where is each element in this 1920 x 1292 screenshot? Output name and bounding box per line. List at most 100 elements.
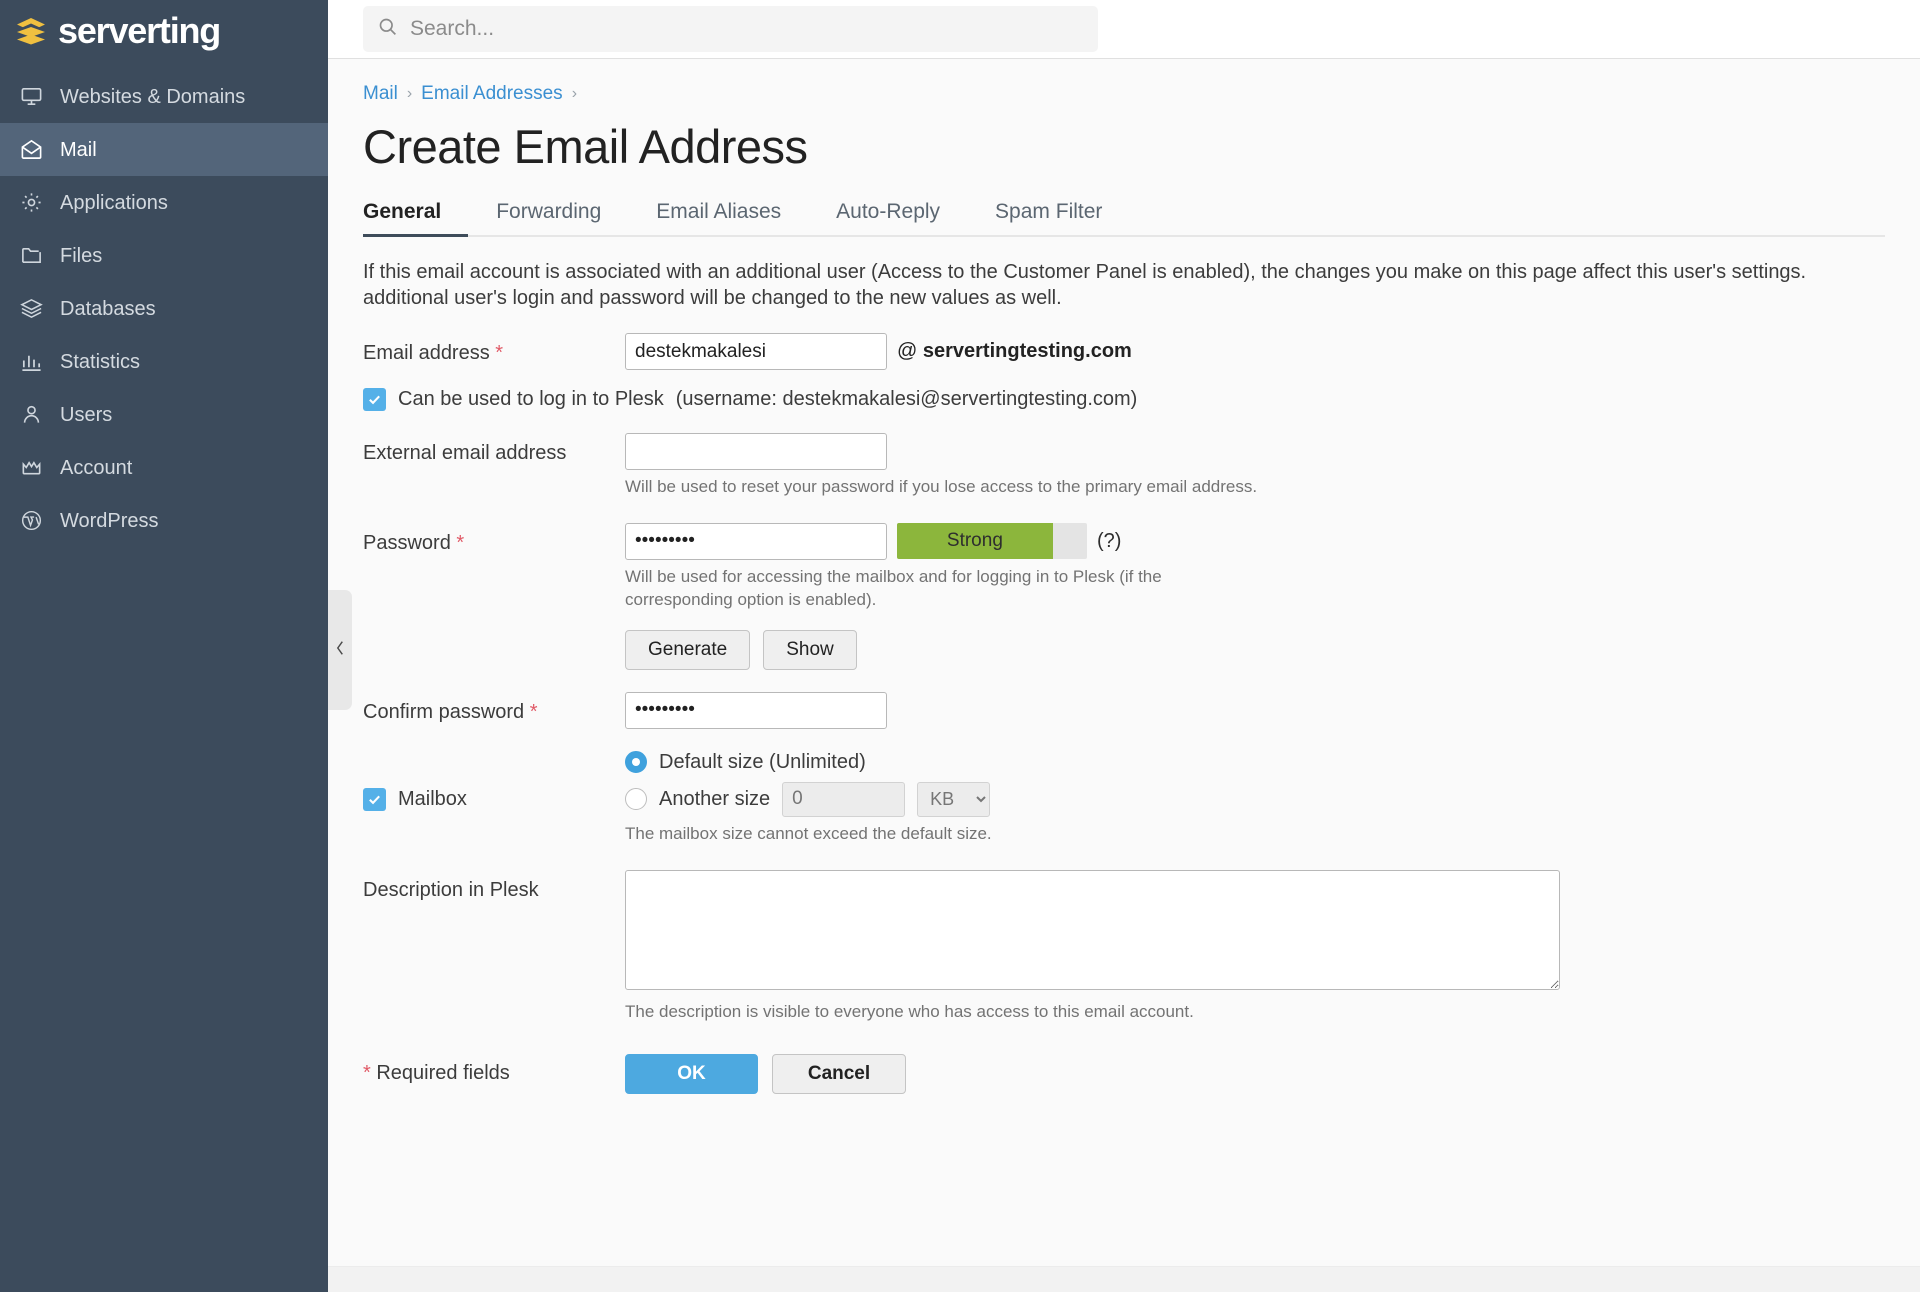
cancel-button[interactable]: Cancel	[772, 1053, 906, 1094]
password-input[interactable]	[625, 522, 887, 560]
required-asterisk: *	[529, 700, 538, 723]
sidebar-item-statistics[interactable]: Statistics	[0, 335, 328, 388]
tab-spam-filter[interactable]: Spam Filter	[995, 200, 1129, 235]
sidebar-item-label: Statistics	[60, 350, 141, 373]
mailbox-size-input[interactable]	[782, 781, 906, 817]
field-plesk-login: Can be used to log in to Plesk (username…	[363, 388, 1920, 411]
required-fields-label: Required fields	[376, 1061, 510, 1084]
tab-email-aliases[interactable]: Email Aliases	[656, 200, 808, 235]
sidebar-item-label: Users	[60, 403, 113, 426]
show-password-button[interactable]: Show	[763, 629, 857, 670]
sidebar-item-label: Mail	[60, 138, 97, 161]
mailbox-hint: The mailbox size cannot exceed the defau…	[625, 823, 992, 843]
label-text: Password	[363, 531, 451, 554]
top-bar: Search...	[328, 0, 1920, 59]
mailbox-size-unit-select[interactable]: KB	[917, 781, 991, 817]
mailbox-another-size-label: Another size	[659, 787, 771, 810]
sidebar-item-label: Account	[60, 456, 133, 479]
mailbox-checkbox[interactable]	[363, 787, 386, 811]
email-address-label: Email address *	[363, 333, 625, 370]
plesk-login-username-note: (username: destekmakalesi@servertingtest…	[675, 388, 1138, 410]
sidebar-item-label: Applications	[60, 191, 168, 214]
sidebar-item-mail[interactable]: Mail	[0, 123, 328, 176]
password-label: Password *	[363, 523, 625, 670]
search-icon	[377, 16, 398, 42]
user-icon	[18, 402, 44, 428]
external-email-input[interactable]	[625, 433, 887, 470]
tab-auto-reply[interactable]: Auto-Reply	[836, 200, 967, 235]
description-hint: The description is visible to everyone w…	[625, 1001, 1194, 1021]
field-description: Description in Plesk The description is …	[363, 869, 1920, 1024]
page-content: Mail › Email Addresses › Create Email Ad…	[328, 59, 1920, 1292]
email-address-input[interactable]	[625, 333, 887, 370]
sidebar-item-label: Websites & Domains	[60, 85, 246, 108]
folder-icon	[18, 243, 44, 269]
brand-logo[interactable]: serverting	[0, 0, 328, 62]
sidebar-collapse-handle[interactable]	[328, 590, 352, 710]
field-external-email: External email address Will be used to r…	[363, 433, 1920, 499]
breadcrumb-separator: ›	[406, 85, 413, 102]
tab-forwarding[interactable]: Forwarding	[496, 200, 628, 235]
mailbox-label-text: Mailbox	[398, 787, 467, 810]
tab-general[interactable]: General	[363, 200, 469, 237]
sidebar-nav: Websites & Domains Mail Applications Fil…	[0, 70, 328, 547]
description-textarea[interactable]	[625, 869, 1560, 990]
breadcrumb-link-mail[interactable]: Mail	[363, 83, 398, 105]
sidebar-item-label: Databases	[60, 297, 156, 320]
sidebar-item-wordpress[interactable]: WordPress	[0, 494, 328, 547]
generate-password-button[interactable]: Generate	[625, 629, 751, 670]
confirm-password-label: Confirm password *	[363, 692, 625, 729]
sidebar-item-account[interactable]: Account	[0, 441, 328, 494]
mailbox-default-size-label: Default size (Unlimited)	[659, 750, 866, 773]
stacked-layers-icon	[14, 14, 48, 48]
search-placeholder: Search...	[410, 17, 495, 40]
sidebar-item-websites-domains[interactable]: Websites & Domains	[0, 70, 328, 123]
database-layers-icon	[18, 296, 44, 322]
required-asterisk: *	[363, 1061, 371, 1084]
breadcrumb-link-email-addresses[interactable]: Email Addresses	[421, 83, 563, 105]
sidebar-item-applications[interactable]: Applications	[0, 176, 328, 229]
footer-band	[328, 1266, 1920, 1292]
password-strength-meter: Strong	[897, 523, 1087, 560]
form-actions: * Required fields OK Cancel	[363, 1053, 1920, 1094]
sidebar-item-files[interactable]: Files	[0, 229, 328, 282]
password-help-icon[interactable]: (?)	[1097, 530, 1121, 553]
mailbox-label: Mailbox	[363, 751, 625, 846]
main-area: Search... Mail › Email Addresses › Creat…	[328, 0, 1920, 1292]
email-domain-suffix: @ servertingtesting.com	[897, 340, 1132, 363]
label-text: Email address	[363, 342, 490, 364]
field-mailbox: Mailbox Default size (Unlimited) Another…	[363, 751, 1920, 846]
field-email-address: Email address * @ servertingtesting.com	[363, 333, 1920, 370]
ok-button[interactable]: OK	[625, 1053, 758, 1094]
required-asterisk: *	[495, 342, 504, 364]
required-fields-note: * Required fields	[363, 1054, 625, 1094]
brand-name: serverting	[58, 10, 221, 51]
description-label: Description in Plesk	[363, 878, 539, 901]
mailbox-default-size-radio[interactable]	[625, 751, 647, 774]
confirm-password-input[interactable]	[625, 691, 887, 729]
at-symbol: @	[897, 340, 918, 362]
tab-bar: General Forwarding Email Aliases Auto-Re…	[363, 200, 1885, 237]
plesk-login-checkbox[interactable]	[363, 388, 386, 411]
bar-chart-icon	[18, 349, 44, 375]
sidebar-item-label: Files	[60, 244, 103, 267]
field-password: Password * Strong (?) Will be used for a…	[363, 522, 1920, 670]
sidebar: serverting Websites & Domains Mail Appli…	[0, 0, 328, 1292]
label-text: Confirm password	[363, 700, 525, 723]
plesk-login-label: Can be used to log in to Plesk	[398, 388, 664, 410]
sidebar-item-users[interactable]: Users	[0, 388, 328, 441]
sidebar-item-databases[interactable]: Databases	[0, 282, 328, 335]
page-title: Create Email Address	[363, 120, 808, 173]
chevron-left-icon	[335, 639, 346, 662]
password-strength-label: Strong	[946, 530, 1003, 552]
external-email-hint: Will be used to reset your password if y…	[625, 477, 1258, 496]
mailbox-another-size-radio[interactable]	[625, 788, 647, 811]
domain-name: servertingtesting.com	[922, 340, 1132, 362]
envelope-open-icon	[18, 137, 44, 163]
breadcrumb-separator: ›	[571, 85, 578, 102]
monitor-icon	[18, 84, 44, 110]
password-hint: Will be used for accessing the mailbox a…	[625, 566, 1162, 609]
search-input[interactable]: Search...	[363, 6, 1098, 52]
sidebar-item-label: WordPress	[60, 509, 159, 532]
gear-icon	[18, 190, 44, 216]
